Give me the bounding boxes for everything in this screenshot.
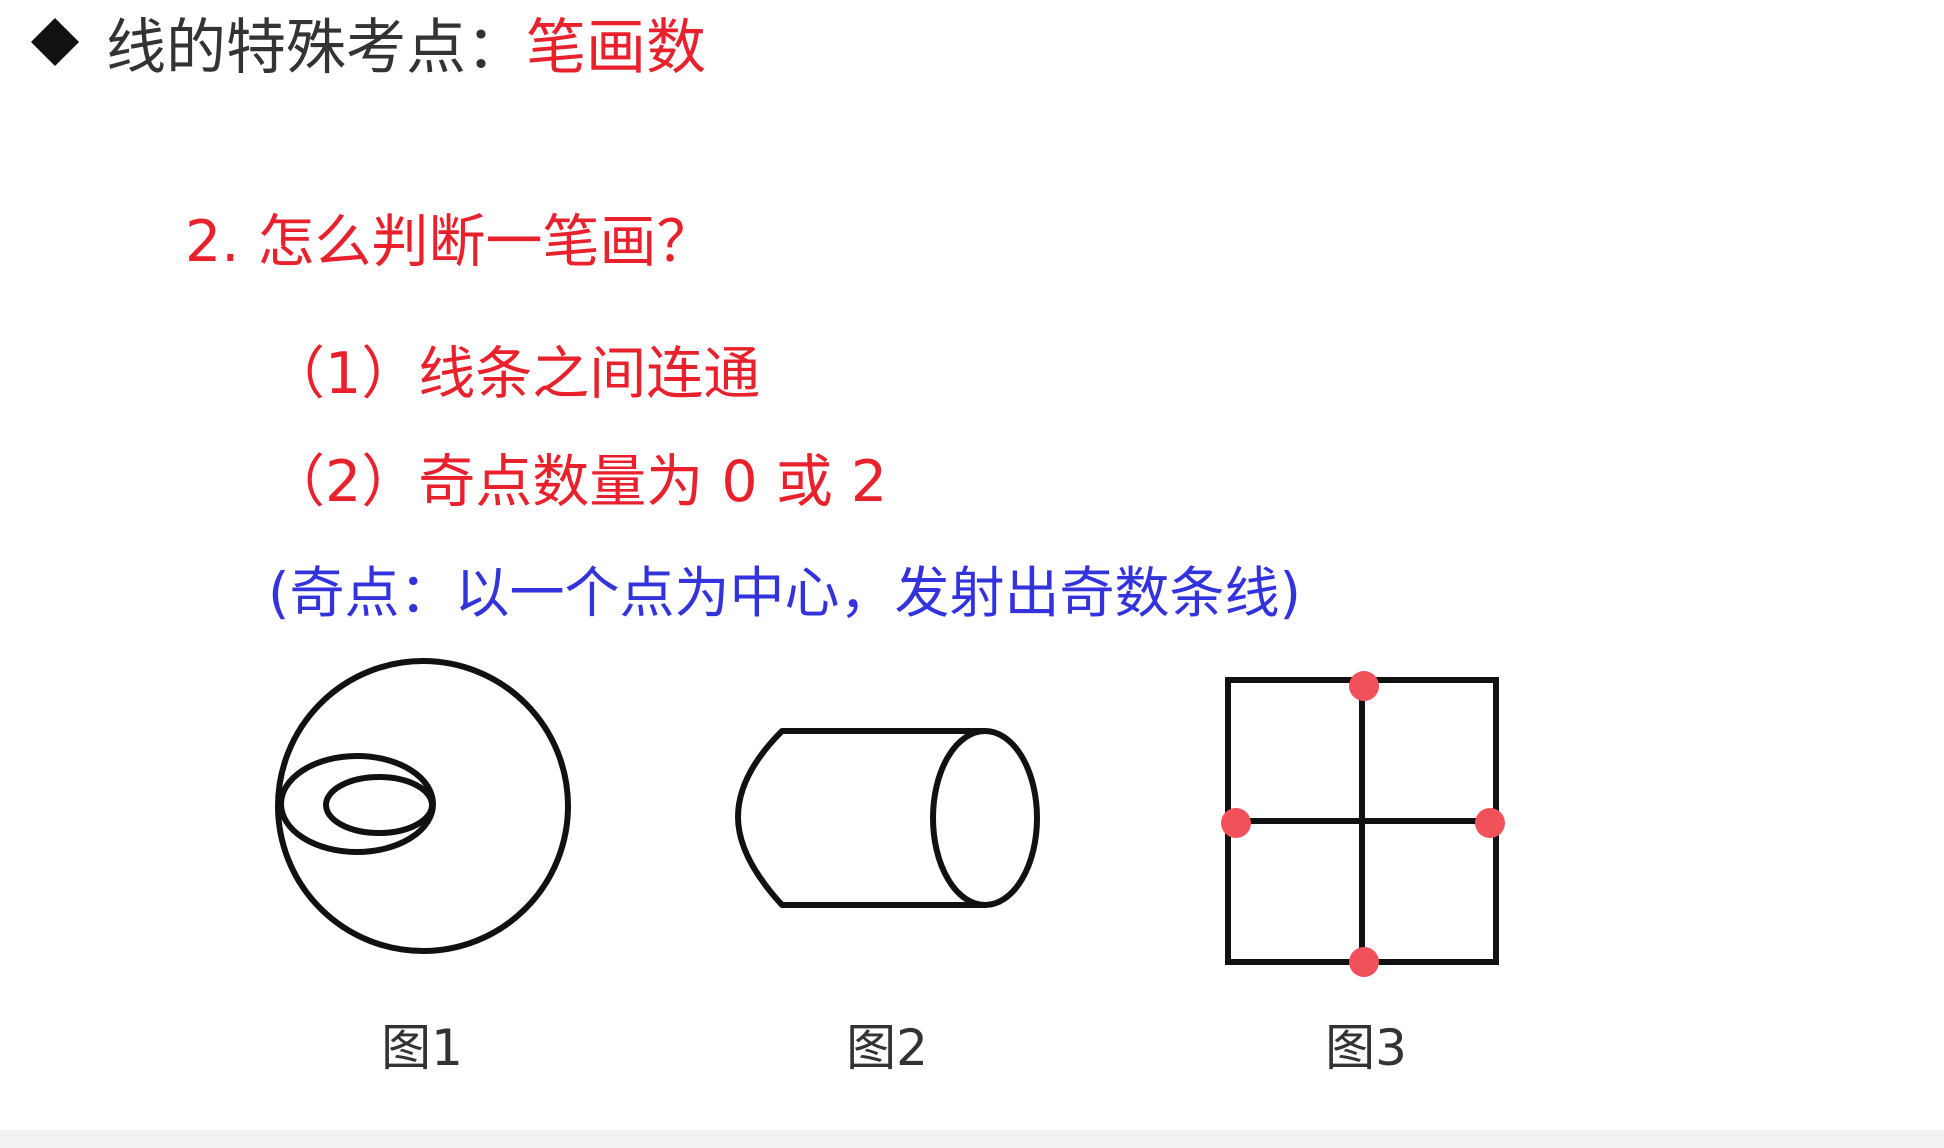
odd-point-top (1349, 671, 1379, 701)
bottom-strip (0, 1130, 1944, 1148)
odd-point-bottom (1349, 947, 1379, 977)
odd-point-left (1221, 808, 1251, 838)
odd-point-right (1475, 808, 1505, 838)
figure-3-caption: 图3 (1325, 1019, 1407, 1077)
figure-3-drawing (1225, 677, 1499, 965)
figure-1-outer-circle (275, 658, 571, 954)
figure-1-caption: 图1 (381, 1019, 463, 1077)
figure-1-drawing (275, 658, 571, 954)
figure-1-small-ellipse (323, 774, 435, 836)
figure-1-large-ellipse (278, 753, 436, 855)
figure-2-caption: 图2 (846, 1019, 928, 1077)
slide: 线的特殊考点： 笔画数 2. 怎么判断一笔画？ （1）线条之间连通 （2）奇点数… (0, 0, 1944, 1130)
figure-2-drawing (735, 728, 1040, 908)
figures-area (275, 658, 1505, 977)
figure-2-cylinder-end (930, 728, 1040, 908)
